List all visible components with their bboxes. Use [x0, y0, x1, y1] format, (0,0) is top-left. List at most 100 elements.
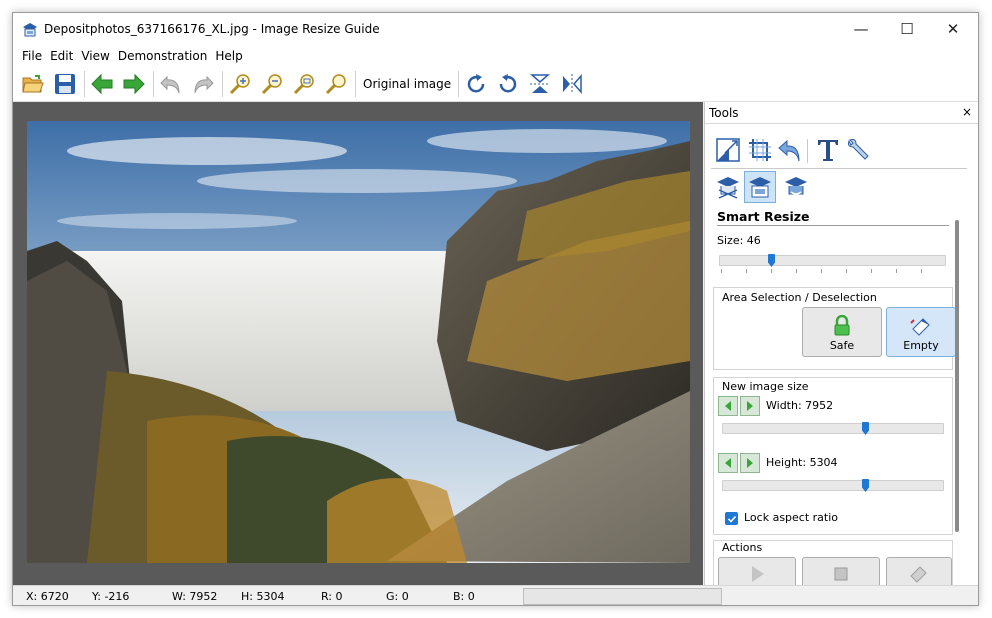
new-image-size-title: New image size: [722, 380, 809, 393]
tools-panel: Tools × Smart Resize Size: 46 Area Selec…: [704, 102, 978, 589]
height-increase-button[interactable]: [740, 453, 760, 473]
rotate-right-icon: [467, 74, 485, 93]
empty-button-label: Empty: [903, 339, 939, 352]
smart-resize-tool-icon: [749, 177, 771, 198]
tool-separator: [807, 139, 808, 163]
zoom-fit-icon: [293, 74, 314, 95]
toolbar-separator: [153, 71, 154, 97]
height-decrease-button[interactable]: [718, 453, 738, 473]
menu-file[interactable]: File: [18, 49, 46, 63]
maximize-button[interactable]: ☐: [884, 13, 930, 44]
rotate-right-button[interactable]: [462, 70, 490, 98]
height-slider-thumb[interactable]: [862, 479, 869, 492]
zoom-out-button[interactable]: [258, 70, 286, 98]
lock-aspect-checkbox[interactable]: [725, 512, 738, 525]
undo-button[interactable]: [157, 70, 185, 98]
next-button[interactable]: [120, 70, 148, 98]
tools-panel-scrollbar[interactable]: [955, 220, 959, 532]
area-selection-group: Area Selection / Deselection Safe Empty: [713, 287, 956, 370]
zoom-actual-icon: [325, 74, 346, 95]
close-button[interactable]: ✕: [930, 13, 976, 44]
height-slider[interactable]: [722, 479, 944, 492]
status-height: H: 5304: [241, 590, 285, 603]
flip-horizontal-button[interactable]: [558, 70, 586, 98]
stop-icon: [834, 567, 848, 581]
tools-panel-title: Tools: [709, 106, 739, 120]
resize-tool-icon[interactable]: [715, 137, 741, 163]
window-title: Depositphotos_637166176_XL.jpg - Image R…: [44, 21, 380, 36]
zoom-out-icon: [261, 74, 282, 95]
zoom-in-icon: [229, 74, 250, 95]
area-selection-title: Area Selection / Deselection: [722, 291, 877, 304]
undo-tool-icon[interactable]: [777, 137, 803, 163]
toolbar-separator: [458, 71, 460, 97]
arrow-right-icon: [747, 458, 753, 468]
smart-remove-tool-icon[interactable]: [715, 174, 741, 200]
width-slider-thumb[interactable]: [862, 422, 869, 435]
zoom-actual-button[interactable]: [322, 70, 350, 98]
eraser-icon: [910, 318, 930, 336]
text-tool-icon[interactable]: [815, 137, 841, 163]
status-bar: X: 6720 Y: -216 W: 7952 H: 5304 R: 0 G: …: [13, 585, 978, 605]
menu-edit[interactable]: Edit: [46, 49, 77, 63]
arrow-left-icon: [725, 401, 731, 411]
empty-button[interactable]: Empty: [886, 307, 956, 357]
eraser-icon: [910, 566, 927, 583]
toolbar-separator: [84, 71, 85, 97]
save-icon: [55, 74, 75, 94]
tools-panel-close-button[interactable]: ×: [962, 105, 972, 119]
crop-tool-icon[interactable]: [747, 137, 773, 163]
open-folder-icon: [22, 75, 44, 93]
rotate-left-button[interactable]: [494, 70, 522, 98]
smart-restore-tool-icon[interactable]: [783, 174, 809, 200]
menu-demonstration[interactable]: Demonstration: [114, 49, 212, 63]
close-icon: ✕: [946, 19, 960, 38]
smart-resize-title: Smart Resize: [717, 209, 810, 224]
status-blue: B: 0: [453, 590, 475, 603]
size-slider-thumb[interactable]: [768, 254, 775, 267]
actions-title: Actions: [722, 541, 763, 554]
rotate-left-icon: [499, 74, 517, 93]
menu-bar: File Edit View Demonstration Help: [13, 44, 978, 67]
new-image-size-group: New image size Width: 7952 Height: 5304 …: [713, 377, 953, 535]
width-slider[interactable]: [722, 422, 944, 435]
size-slider-ticks: [721, 269, 946, 273]
app-window: Depositphotos_637166176_XL.jpg - Image R…: [12, 12, 979, 606]
lock-icon: [834, 315, 850, 336]
status-green: G: 0: [386, 590, 409, 603]
size-label: Size: 46: [717, 234, 761, 247]
size-slider[interactable]: [719, 254, 946, 267]
lock-aspect-label: Lock aspect ratio: [744, 511, 839, 524]
maximize-icon: ☐: [900, 19, 914, 38]
smart-resize-tool-button[interactable]: [744, 171, 776, 203]
previous-button[interactable]: [88, 70, 116, 98]
redo-button[interactable]: [189, 70, 217, 98]
arrow-right-icon: [747, 401, 753, 411]
menu-view[interactable]: View: [77, 49, 113, 63]
original-image-button[interactable]: Original image: [363, 77, 451, 91]
flip-vertical-button[interactable]: [526, 70, 554, 98]
status-red: R: 0: [321, 590, 343, 603]
image-canvas[interactable]: [13, 102, 703, 585]
app-icon: [23, 22, 37, 36]
save-button[interactable]: [51, 70, 79, 98]
width-decrease-button[interactable]: [718, 396, 738, 416]
tools-panel-header: Tools: [705, 102, 978, 124]
open-button[interactable]: [19, 70, 47, 98]
wrench-tool-icon[interactable]: [845, 137, 871, 163]
flip-vertical-icon: [530, 74, 551, 93]
title-bar: Depositphotos_637166176_XL.jpg - Image R…: [13, 13, 978, 44]
minimize-button[interactable]: —: [838, 13, 884, 44]
redo-icon: [194, 75, 214, 94]
menu-help[interactable]: Help: [211, 49, 246, 63]
status-width: W: 7952: [172, 590, 218, 603]
zoom-in-button[interactable]: [226, 70, 254, 98]
back-arrow-icon: [91, 73, 113, 95]
toolbar-separator: [355, 71, 356, 97]
zoom-fit-button[interactable]: [290, 70, 318, 98]
arrow-left-icon: [725, 458, 731, 468]
safe-button[interactable]: Safe: [802, 307, 882, 357]
width-increase-button[interactable]: [740, 396, 760, 416]
status-x: X: 6720: [26, 590, 69, 603]
minimize-icon: —: [853, 19, 869, 38]
